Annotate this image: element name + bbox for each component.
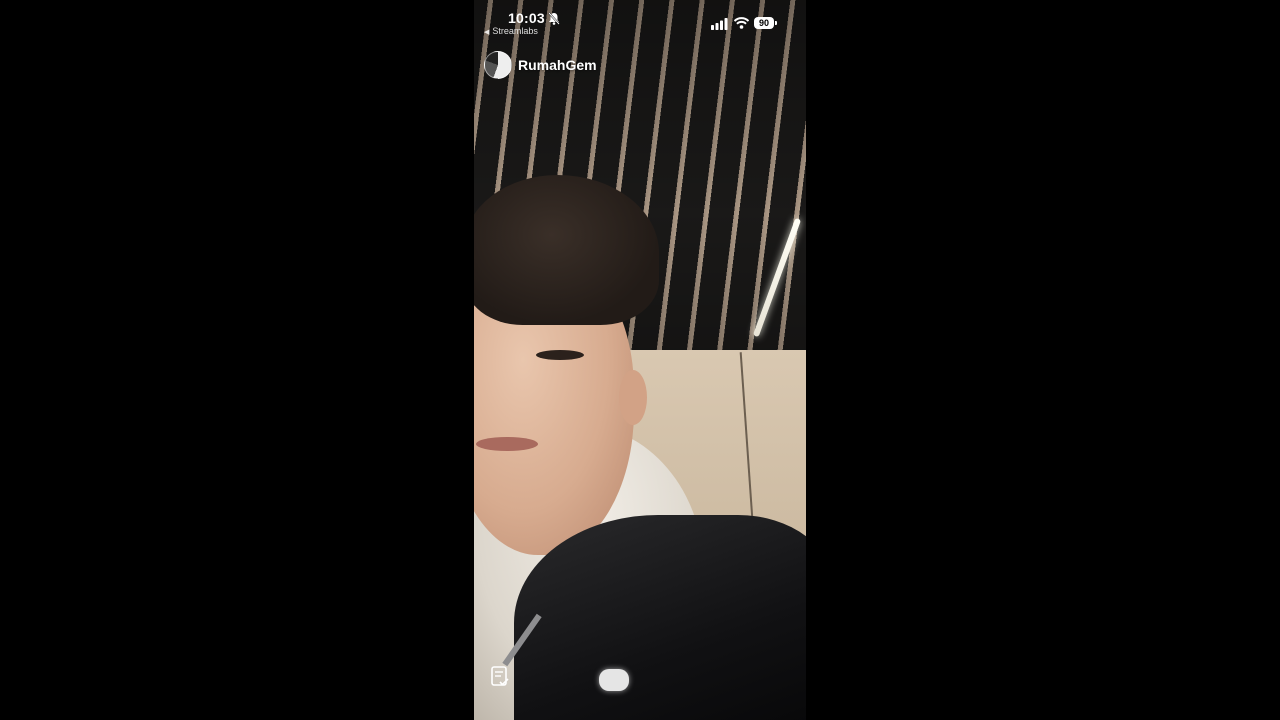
back-to-app-link[interactable]: ◀ Streamlabs xyxy=(484,26,538,36)
back-caret-icon: ◀ xyxy=(484,29,490,36)
bell-slash-icon xyxy=(548,12,560,25)
cellular-signal-icon xyxy=(711,18,728,30)
video-jacket-badge xyxy=(599,669,629,691)
video-jacket xyxy=(514,515,806,720)
channel-name[interactable]: RumahGem xyxy=(518,57,597,73)
video-mouth xyxy=(476,437,538,451)
battery-indicator: 90 xyxy=(754,17,777,29)
video-eye xyxy=(536,350,584,360)
live-stream-view: 10:03 ◀ Streamlabs 90 RumahGem xyxy=(474,0,806,720)
video-ear xyxy=(619,370,647,425)
avatar[interactable] xyxy=(484,51,512,79)
note-check-icon[interactable] xyxy=(491,666,509,688)
back-app-label: Streamlabs xyxy=(492,26,538,36)
wifi-icon xyxy=(734,17,749,29)
status-time: 10:03 xyxy=(508,10,545,26)
